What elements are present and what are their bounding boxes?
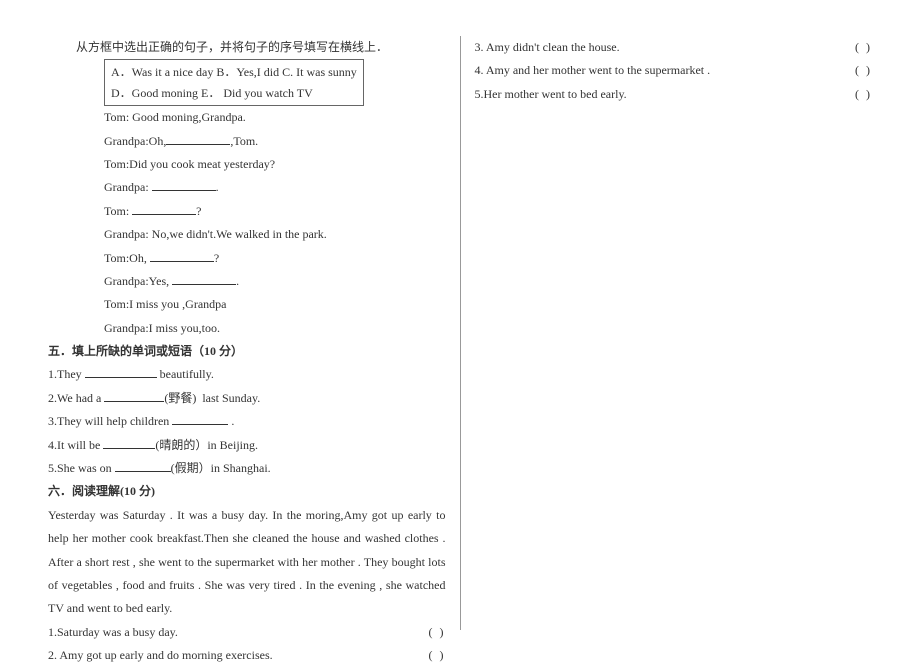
blank[interactable]: [152, 181, 216, 192]
dialogue-line: Tom:Did you cook meat yesterday?: [48, 153, 446, 176]
answer-paren[interactable]: ( ): [855, 59, 872, 82]
blank[interactable]: [103, 438, 155, 449]
dialogue-line: Grandpa: No,we didn't.We walked in the p…: [48, 223, 446, 246]
blank[interactable]: [115, 461, 171, 472]
s6-q3: 3. Amy didn't clean the house. ( ): [475, 36, 873, 59]
box-line-1: A．Was it a nice day B．Yes,I did C. It wa…: [111, 62, 357, 82]
option-box: A．Was it a nice day B．Yes,I did C. It wa…: [104, 59, 364, 106]
blank[interactable]: [172, 274, 236, 285]
reading-passage: Yesterday was Saturday . It was a busy d…: [48, 504, 446, 621]
dialogue-line: Tom:Oh, ?: [48, 247, 446, 270]
blank[interactable]: [104, 391, 164, 402]
s5-q2: 2.We had a (野餐) last Sunday.: [48, 387, 446, 410]
dialogue-line: Tom: ?: [48, 200, 446, 223]
dialogue-line: Grandpa:Yes, .: [48, 270, 446, 293]
s6-q2: 2. Amy got up early and do morning exerc…: [48, 644, 446, 667]
dialogue-line: Grandpa:Oh,,Tom.: [48, 130, 446, 153]
dialogue-line: Grandpa: .: [48, 176, 446, 199]
blank[interactable]: [172, 414, 228, 425]
blank[interactable]: [132, 204, 196, 215]
blank[interactable]: [166, 134, 230, 145]
blank[interactable]: [150, 251, 214, 262]
right-column: 3. Amy didn't clean the house. ( ) 4. Am…: [461, 36, 873, 630]
box-line-2: D．Good moning E． Did you watch TV: [111, 83, 357, 103]
s5-q5: 5.She was on (假期）in Shanghai.: [48, 457, 446, 480]
instruction: 从方框中选出正确的句子，并将句子的序号填写在横线上．: [48, 36, 446, 59]
blank[interactable]: [85, 368, 157, 379]
answer-paren[interactable]: ( ): [429, 621, 446, 644]
dialogue-line: Tom:I miss you ,Grandpa: [48, 293, 446, 316]
answer-paren[interactable]: ( ): [855, 36, 872, 59]
s6-q5: 5.Her mother went to bed early. ( ): [475, 83, 873, 106]
section-5-title: 五．填上所缺的单词或短语（10 分）: [48, 340, 446, 363]
s5-q4: 4.It will be (晴朗的）in Beijing.: [48, 434, 446, 457]
s6-q1: 1.Saturday was a busy day. ( ): [48, 621, 446, 644]
section-6-title: 六．阅读理解(10 分): [48, 480, 446, 503]
s5-q3: 3.They will help children .: [48, 410, 446, 433]
left-column: 从方框中选出正确的句子，并将句子的序号填写在横线上． A．Was it a ni…: [48, 36, 460, 630]
s6-q4: 4. Amy and her mother went to the superm…: [475, 59, 873, 82]
s5-q1: 1.They beautifully.: [48, 363, 446, 386]
answer-paren[interactable]: ( ): [429, 644, 446, 667]
dialogue-line: Grandpa:I miss you,too.: [48, 317, 446, 340]
dialogue-line: Tom: Good moning,Grandpa.: [48, 106, 446, 129]
answer-paren[interactable]: ( ): [855, 83, 872, 106]
